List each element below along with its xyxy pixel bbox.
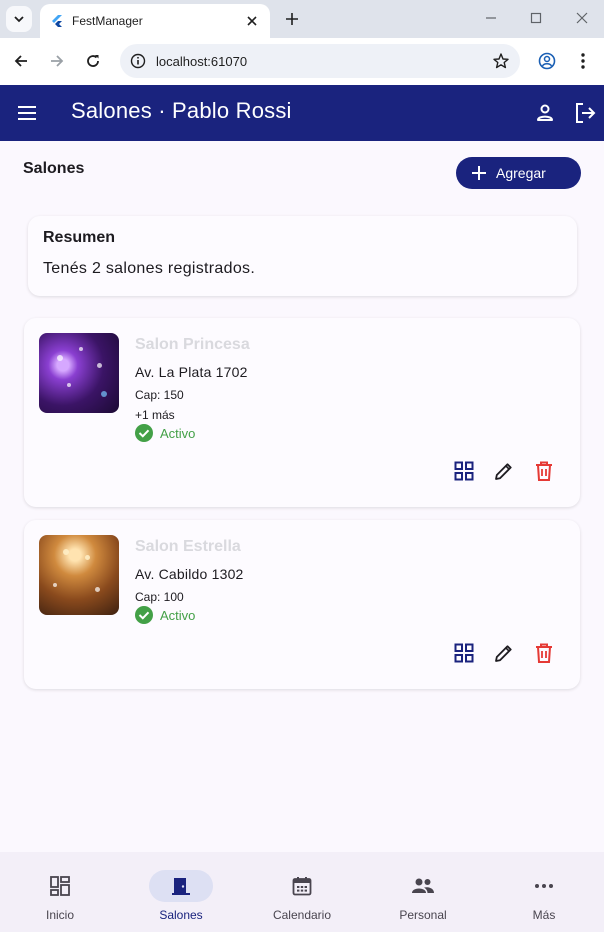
- tab-title: FestManager: [72, 14, 143, 28]
- summary-card: Resumen Tenés 2 salones registrados.: [28, 216, 577, 296]
- browser-tab[interactable]: FestManager: [40, 4, 270, 38]
- salon-card[interactable]: Salon Estrella Av. Cabildo 1302 Cap: 100…: [24, 520, 580, 689]
- nav-label: Calendario: [272, 908, 332, 922]
- browser-tabstrip: FestManager: [0, 0, 604, 38]
- star-icon[interactable]: [492, 52, 510, 70]
- nav-item-calendario[interactable]: Calendario: [242, 852, 362, 932]
- account-circle-icon: [538, 52, 556, 70]
- profile-button[interactable]: [535, 49, 559, 73]
- edit-icon: [495, 645, 512, 662]
- logout-icon: [576, 103, 596, 123]
- summary-title: Resumen: [43, 229, 116, 246]
- nav-label: Inicio: [45, 908, 74, 922]
- arrow-left-icon: [14, 55, 27, 67]
- salon-address: Av. La Plata 1702: [135, 364, 248, 380]
- reload-button[interactable]: [81, 49, 105, 73]
- status-badge: Activo: [135, 424, 195, 442]
- page-title: Salones · Pablo Rossi: [71, 98, 292, 123]
- nav-label: Salones: [159, 908, 203, 922]
- delete-icon: [536, 643, 552, 663]
- delete-button[interactable]: [532, 641, 556, 665]
- edit-button[interactable]: [492, 641, 516, 665]
- salon-name: Salon Princesa: [135, 336, 250, 353]
- maximize-icon: [530, 12, 542, 24]
- maximize-button[interactable]: [523, 6, 549, 30]
- reload-icon: [87, 55, 99, 67]
- salon-more-info: +1 más: [135, 408, 175, 422]
- door-icon: [172, 878, 190, 895]
- salon-capacity: Cap: 150: [135, 388, 184, 402]
- more-vert-icon: [581, 53, 585, 69]
- nav-pill-active: [149, 870, 213, 902]
- salon-address: Av. Cabildo 1302: [135, 566, 244, 582]
- address-bar[interactable]: localhost:61070: [120, 44, 520, 78]
- salon-card[interactable]: Salon Princesa Av. La Plata 1702 Cap: 15…: [24, 318, 580, 507]
- person-icon: [537, 104, 553, 121]
- grid-view-icon: [454, 461, 474, 481]
- calendar-icon: [292, 877, 312, 896]
- bottom-navigation: Inicio Salones Calendario Personal Más: [0, 852, 604, 932]
- salon-photo: [39, 333, 119, 413]
- app-bar: Salones · Pablo Rossi: [0, 85, 604, 141]
- nav-item-personal[interactable]: Personal: [363, 852, 483, 932]
- edit-icon: [495, 463, 512, 480]
- salon-photo: [39, 535, 119, 615]
- logout-button[interactable]: [573, 101, 597, 125]
- salon-capacity: Cap: 100: [135, 590, 184, 604]
- nav-pill: [391, 870, 455, 902]
- nav-item-salones[interactable]: Salones: [121, 852, 241, 932]
- dashboard-icon: [50, 876, 70, 896]
- chevron-down-icon: [14, 16, 24, 23]
- delete-icon: [536, 461, 552, 481]
- edit-button[interactable]: [492, 459, 516, 483]
- browser-menu-button[interactable]: [571, 49, 595, 73]
- forward-button[interactable]: [45, 49, 69, 73]
- nav-item-mas[interactable]: Más: [484, 852, 604, 932]
- plus-icon: [286, 13, 298, 25]
- status-label: Activo: [160, 425, 196, 441]
- tab-close-button[interactable]: [244, 13, 260, 29]
- check-circle-icon: [135, 606, 153, 624]
- more-horiz-icon: [535, 884, 553, 888]
- qr-button[interactable]: [452, 459, 476, 483]
- summary-text: Tenés 2 salones registrados.: [43, 260, 256, 277]
- flutter-logo-icon: [52, 15, 62, 27]
- tab-search-button[interactable]: [6, 6, 32, 32]
- close-icon: [576, 12, 588, 24]
- close-window-button[interactable]: [569, 6, 595, 30]
- plus-icon: [472, 166, 486, 180]
- delete-button[interactable]: [532, 459, 556, 483]
- nav-label: Más: [532, 908, 556, 922]
- close-icon: [247, 16, 257, 26]
- people-icon: [412, 878, 434, 893]
- url-text: localhost:61070: [156, 53, 248, 69]
- qr-button[interactable]: [452, 641, 476, 665]
- section-heading: Salones: [23, 160, 85, 177]
- back-button[interactable]: [9, 49, 33, 73]
- nav-item-inicio[interactable]: Inicio: [0, 852, 120, 932]
- profile-action-button[interactable]: [533, 101, 557, 125]
- browser-toolbar: localhost:61070: [0, 38, 604, 85]
- menu-icon: [18, 106, 36, 120]
- minimize-button[interactable]: [478, 6, 504, 30]
- nav-pill: [512, 870, 576, 902]
- grid-view-icon: [454, 643, 474, 663]
- salon-name: Salon Estrella: [135, 538, 241, 555]
- nav-label: Personal: [399, 908, 447, 922]
- add-button-label: Agregar: [496, 165, 546, 181]
- status-badge: Activo: [135, 606, 195, 624]
- check-circle-icon: [135, 424, 153, 442]
- minimize-icon: [486, 17, 496, 19]
- site-info-icon: [130, 53, 146, 69]
- add-salon-button[interactable]: Agregar: [456, 157, 581, 189]
- nav-pill: [270, 870, 334, 902]
- menu-button[interactable]: [15, 101, 39, 125]
- status-label: Activo: [160, 607, 196, 623]
- nav-pill: [28, 870, 92, 902]
- arrow-right-icon: [51, 55, 64, 67]
- new-tab-button[interactable]: [281, 8, 303, 30]
